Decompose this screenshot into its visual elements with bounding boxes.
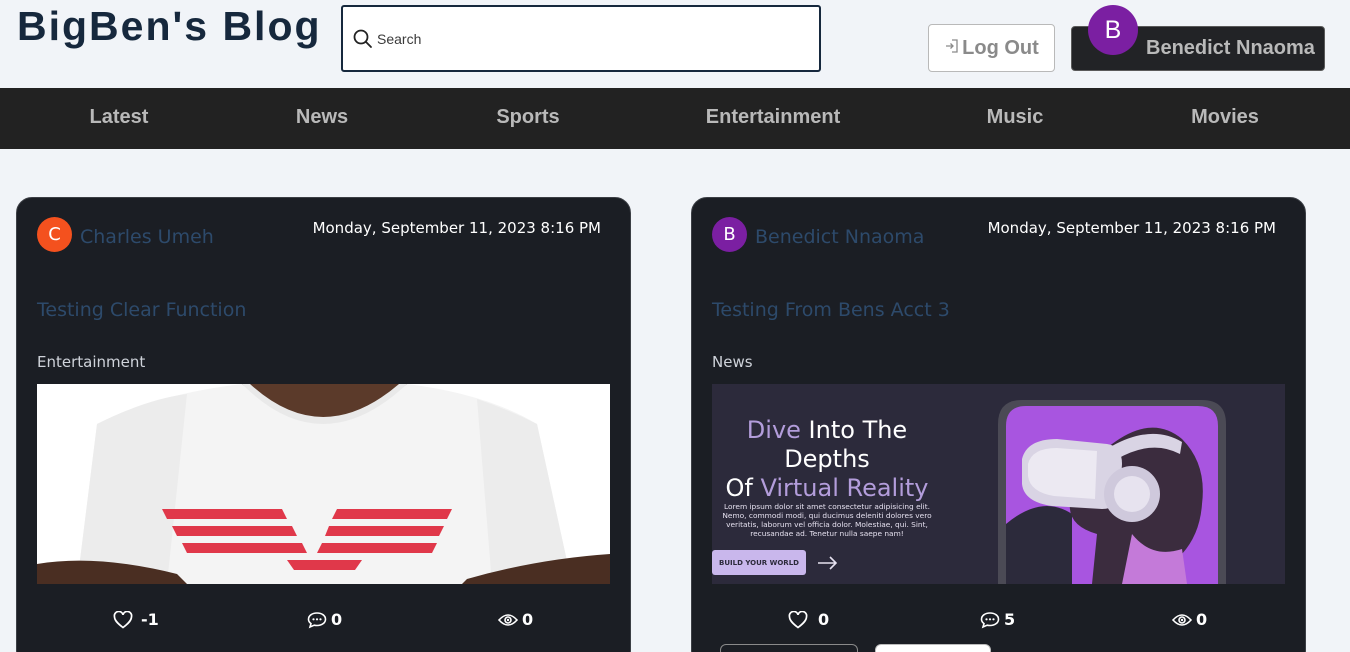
view-count: 0 [522, 610, 534, 629]
eye-icon [1172, 613, 1192, 626]
category-nav: Latest News Sports Entertainment Music M… [0, 88, 1350, 149]
comment-button[interactable]: 0 [307, 610, 342, 629]
views-indicator: 0 [498, 610, 533, 629]
post-date: Monday, September 11, 2023 8:16 PM [312, 219, 601, 237]
blog-logo[interactable]: BigBen's Blog [17, 2, 322, 50]
post-title[interactable]: Testing Clear Function [37, 299, 246, 321]
comment-count: 0 [331, 610, 343, 629]
banner-body-3: veritatis, laborum vel officia dolor. Mo… [726, 520, 928, 529]
banner-cta: BUILD YOUR WORLD [719, 559, 799, 567]
like-button[interactable]: -1 [113, 610, 159, 629]
post-title[interactable]: Testing From Bens Acct 3 [712, 299, 950, 321]
logout-button[interactable]: Log Out [928, 24, 1055, 72]
banner-headline-1a: Dive [747, 416, 801, 444]
delete-post-button[interactable] [875, 644, 991, 652]
view-count: 0 [1196, 610, 1208, 629]
comment-count: 5 [1004, 610, 1016, 629]
post-date: Monday, September 11, 2023 8:16 PM [987, 219, 1276, 237]
header: BigBen's Blog Log Out Benedict Nnaoma B [0, 0, 1350, 88]
like-count: -1 [141, 610, 159, 629]
author-avatar: B [712, 217, 747, 252]
post-author[interactable]: Charles Umeh [80, 226, 214, 248]
author-avatar: C [37, 217, 72, 252]
post-image[interactable]: Dive Into The Depths Of Virtual Reality … [712, 384, 1285, 584]
heart-icon [113, 610, 133, 629]
user-name: Benedict Nnaoma [1146, 37, 1315, 59]
user-avatar[interactable]: B [1088, 5, 1138, 55]
search-box[interactable] [341, 5, 821, 72]
tshirt-photo [37, 384, 610, 584]
svg-text:Dive Into The: Dive Into The [747, 416, 907, 444]
nav-item-sports[interactable]: Sports [496, 106, 559, 129]
banner-headline-3a: Of [725, 474, 760, 502]
search-icon [353, 29, 372, 48]
banner-headline-2: Depths [784, 445, 870, 473]
nav-item-movies[interactable]: Movies [1191, 106, 1259, 129]
edit-post-button[interactable] [720, 644, 858, 652]
banner-headline-3b: Virtual Reality [760, 474, 928, 502]
post-category: Entertainment [37, 353, 146, 371]
comment-icon [980, 611, 1000, 628]
vr-banner-image: Dive Into The Depths Of Virtual Reality … [712, 384, 1285, 584]
logout-label: Log Out [962, 36, 1039, 59]
eye-icon [498, 613, 518, 626]
banner-body-4: recusandae ad. Tenetur nulla saepe nam! [750, 529, 904, 538]
like-button[interactable]: 0 [788, 610, 829, 629]
nav-item-news[interactable]: News [296, 106, 348, 129]
comment-icon [307, 611, 327, 628]
post-category: News [712, 353, 753, 371]
post-card[interactable]: C Charles Umeh Monday, September 11, 202… [16, 197, 631, 652]
nav-item-entertainment[interactable]: Entertainment [706, 106, 840, 129]
post-author[interactable]: Benedict Nnaoma [755, 226, 924, 248]
search-input[interactable] [377, 25, 797, 53]
login-arrow-icon [946, 38, 958, 53]
heart-icon [788, 610, 808, 629]
comment-button[interactable]: 5 [980, 610, 1015, 629]
banner-body-1: Lorem ipsum dolor sit amet consectetur a… [724, 502, 930, 511]
banner-headline-1b: Into The [801, 416, 907, 444]
nav-item-music[interactable]: Music [987, 106, 1044, 129]
banner-body-2: Nemo, commodi modi, qui ducimus deleniti… [722, 511, 932, 520]
views-indicator: 0 [1172, 610, 1207, 629]
post-image[interactable] [37, 384, 610, 584]
like-count: 0 [818, 610, 830, 629]
post-card[interactable]: B Benedict Nnaoma Monday, September 11, … [691, 197, 1306, 652]
svg-text:Of Virtual Reality: Of Virtual Reality [725, 474, 928, 502]
nav-item-latest[interactable]: Latest [90, 106, 149, 129]
